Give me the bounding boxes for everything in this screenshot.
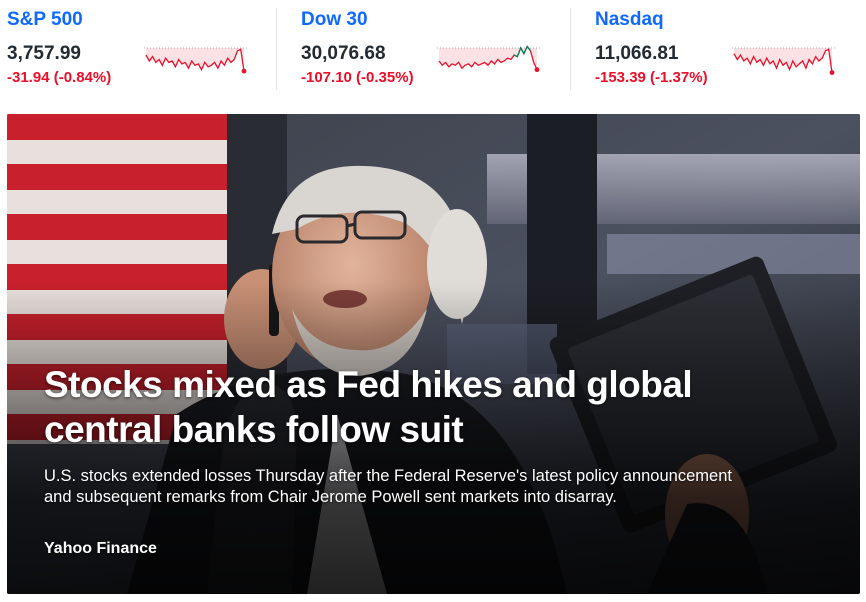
sparkline-end-dot: [241, 68, 247, 74]
ticker-name[interactable]: S&P 500: [7, 9, 83, 31]
sparkline-end-dot: [534, 67, 540, 73]
ticker-name[interactable]: Nasdaq: [595, 9, 664, 31]
hero-summary: U.S. stocks extended losses Thursday aft…: [44, 467, 732, 506]
divider: [276, 8, 277, 90]
ticker-nasdaq[interactable]: Nasdaq 11,066.81 -153.39 (-1.37%): [595, 0, 865, 110]
ticker-price: 30,076.68: [301, 43, 386, 64]
divider: [570, 8, 571, 90]
ticker-sp500[interactable]: S&P 500 3,757.99 -31.94 (-0.84%): [7, 0, 277, 110]
sparkline-chart: [144, 47, 248, 74]
ticker-price: 11,066.81: [595, 43, 679, 64]
sparkline-end-dot: [829, 70, 835, 75]
sparkline-chart: [732, 47, 836, 75]
ticker-change: -153.39 (-1.37%): [595, 69, 708, 86]
hero-source: Yahoo Finance: [44, 540, 157, 557]
hero-gradient-overlay: [7, 114, 860, 594]
hero-story[interactable]: Stocks mixed as Fed hikes and global cen…: [7, 114, 860, 594]
hero-headline[interactable]: Stocks mixed as Fed hikes and global cen…: [44, 362, 764, 452]
ticker-price: 3,757.99: [7, 43, 81, 64]
ticker-dow30[interactable]: Dow 30 30,076.68 -107.10 (-0.35%): [301, 0, 571, 110]
market-ticker-bar: S&P 500 3,757.99 -31.94 (-0.84%) Dow 30 …: [0, 0, 866, 110]
ticker-name[interactable]: Dow 30: [301, 9, 368, 31]
ticker-change: -31.94 (-0.84%): [7, 69, 112, 86]
ticker-change: -107.10 (-0.35%): [301, 69, 414, 86]
sparkline-chart: [437, 45, 541, 73]
